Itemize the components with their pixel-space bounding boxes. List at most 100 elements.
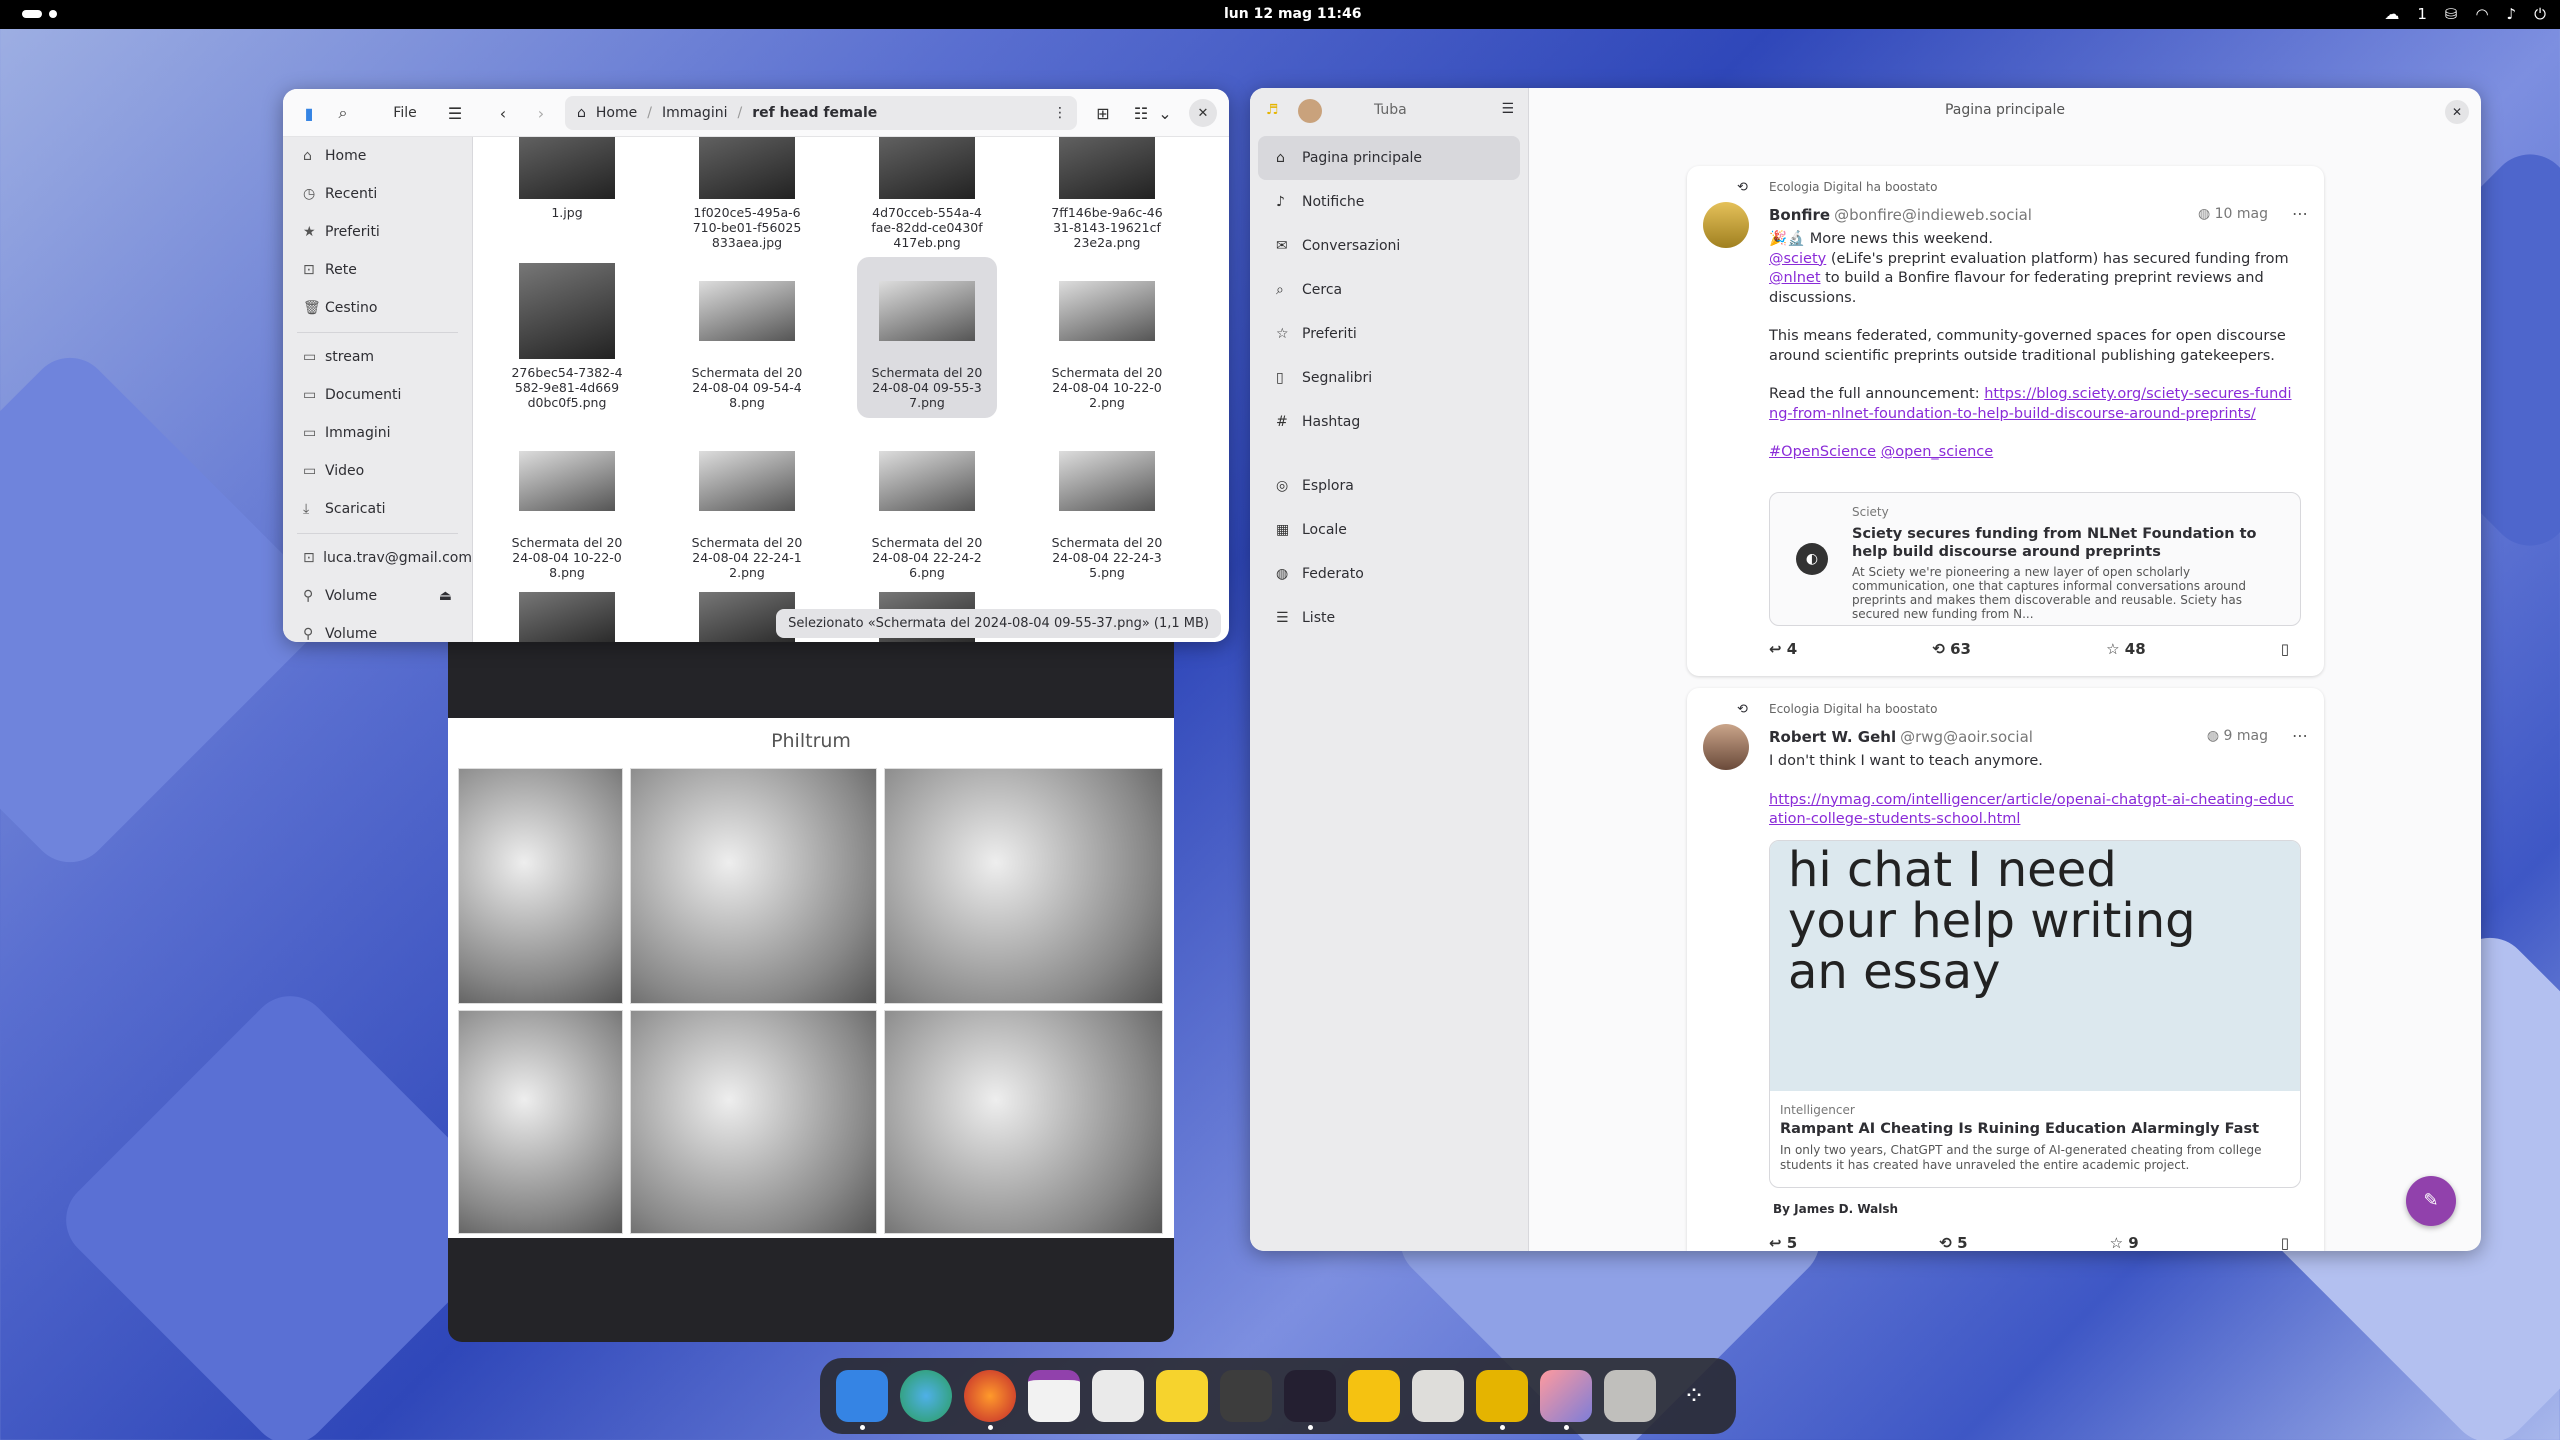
nav-item[interactable]: ☆ Preferiti bbox=[1258, 312, 1520, 356]
more-icon[interactable]: ⋯ bbox=[2292, 204, 2308, 223]
file-thumbnail bbox=[519, 592, 615, 642]
file-item[interactable]: 4d70cceb-554a-4fae-82dd-ce0430f417eb.png bbox=[857, 137, 997, 258]
post-author[interactable]: Bonfire @bonfire@indieweb.social bbox=[1769, 206, 2032, 224]
file-item[interactable]: 1f020ce5-495a-6710-be01-f56025833aea.jpg bbox=[677, 137, 817, 258]
nav-item[interactable]: ⌂ Pagina principale bbox=[1258, 136, 1520, 180]
image-viewer-icon[interactable] bbox=[1540, 1370, 1592, 1430]
path-bar[interactable]: ⌂ Home / Immagini / ref head female ⋮ bbox=[565, 96, 1077, 130]
new-folder-icon[interactable]: ⊞ bbox=[1087, 97, 1119, 129]
sidebar-toggle-icon[interactable]: ▮ bbox=[293, 97, 325, 129]
sidebar-item[interactable]: ▭ Immagini bbox=[283, 414, 472, 452]
bookmark-icon[interactable]: ▯ bbox=[2281, 1234, 2289, 1251]
path-immagini[interactable]: Immagini bbox=[662, 105, 728, 121]
tuba-sidebar-header: ♬ Tuba ☰ bbox=[1250, 88, 1528, 136]
hashtag-link[interactable]: #OpenScience bbox=[1769, 444, 1876, 460]
bookmark-icon[interactable]: ▯ bbox=[2281, 640, 2289, 658]
hamburger-menu-icon[interactable]: ☰ bbox=[1501, 101, 1514, 117]
file-item[interactable]: 1.jpg bbox=[497, 137, 637, 228]
avatar[interactable] bbox=[1703, 724, 1749, 770]
file-item[interactable]: Schermata del 2024-08-04 22-24-35.png bbox=[1037, 427, 1177, 588]
software-store-icon[interactable] bbox=[1092, 1370, 1144, 1422]
post-link[interactable]: https://nymag.com/intelligencer/article/… bbox=[1769, 792, 2294, 828]
favourite-button[interactable]: ☆ 48 bbox=[2106, 640, 2146, 658]
reply-button[interactable]: ↩ 4 bbox=[1769, 640, 1797, 658]
file-item[interactable]: Schermata del 2024-08-04 09-55-37.png bbox=[857, 257, 997, 418]
search-icon[interactable]: ⌕ bbox=[327, 97, 359, 129]
close-icon[interactable]: ✕ bbox=[2445, 100, 2469, 124]
file-item[interactable]: Schermata del 2024-08-04 09-54-48.png bbox=[677, 257, 817, 418]
mention-link[interactable]: @nlnet bbox=[1769, 270, 1821, 286]
avatar[interactable] bbox=[1703, 202, 1749, 248]
sidebar-item[interactable]: ⊡ luca.trav@gmail.com bbox=[283, 539, 472, 577]
terminal-icon[interactable] bbox=[1284, 1370, 1336, 1430]
nav-item[interactable]: ▯ Segnalibri bbox=[1258, 356, 1520, 400]
tuba-app-icon[interactable] bbox=[1476, 1370, 1528, 1430]
sidebar-item[interactable]: ⤓ Scaricati bbox=[283, 490, 472, 528]
file-item[interactable] bbox=[497, 592, 637, 642]
nav-item[interactable]: ✉ Conversazioni bbox=[1258, 224, 1520, 268]
calendar-icon[interactable] bbox=[1028, 1370, 1080, 1422]
boost-button[interactable]: ⟲ 63 bbox=[1932, 640, 1971, 658]
firefox-icon[interactable] bbox=[964, 1370, 1016, 1430]
sidebar-item[interactable]: ▭ Documenti bbox=[283, 376, 472, 414]
favourite-button[interactable]: ☆ 9 bbox=[2110, 1234, 2139, 1251]
file-item[interactable]: Schermata del 2024-08-04 22-24-12.png bbox=[677, 427, 817, 588]
nav-item[interactable]: ⌕ Cerca bbox=[1258, 268, 1520, 312]
star-icon: ★ bbox=[303, 224, 316, 240]
nav-item[interactable]: ◍ Federato bbox=[1258, 552, 1520, 596]
post[interactable]: ⟲ Ecologia Digital ha boostato Robert W.… bbox=[1687, 688, 2324, 1251]
nav-item[interactable]: ◎ Esplora bbox=[1258, 464, 1520, 508]
hamburger-menu-icon[interactable]: ☰ bbox=[439, 97, 471, 129]
web-browser-icon[interactable] bbox=[900, 1370, 952, 1422]
sidebar-item[interactable]: ▭ stream bbox=[283, 338, 472, 376]
sidebar-item[interactable]: ⚲ Volume ⏏ bbox=[283, 577, 472, 615]
mention-link[interactable]: @open_science bbox=[1881, 444, 1994, 460]
path-home[interactable]: Home bbox=[596, 105, 637, 121]
view-options-icon[interactable]: ⌄ bbox=[1149, 97, 1181, 129]
sidebar-item[interactable]: ⌂ Home bbox=[283, 137, 472, 175]
file-item[interactable]: Schermata del 2024-08-04 10-22-02.png bbox=[1037, 257, 1177, 418]
boost-button[interactable]: ⟲ 5 bbox=[1939, 1234, 1967, 1251]
sidebar-item[interactable]: ⚲ Volume bbox=[283, 615, 472, 642]
nav-item[interactable]: ☰ Liste bbox=[1258, 596, 1520, 640]
mail-icon[interactable] bbox=[1348, 1370, 1400, 1422]
file-item[interactable]: 7ff146be-9a6c-4631-8143-19621cf23e2a.png bbox=[1037, 137, 1177, 258]
disk-icon[interactable] bbox=[1604, 1370, 1656, 1422]
nav-item[interactable]: ♪ Notifiche bbox=[1258, 180, 1520, 224]
eject-icon[interactable]: ⏏ bbox=[439, 588, 452, 604]
reply-button[interactable]: ↩ 5 bbox=[1769, 1234, 1797, 1251]
system-tray[interactable]: ☁ 1 ⛁ ◠ ♪ ⏻ bbox=[2384, 5, 2546, 23]
file-item[interactable]: Schermata del 2024-08-04 22-24-26.png bbox=[857, 427, 997, 588]
post-author[interactable]: Robert W. Gehl @rwg@aoir.social bbox=[1769, 728, 2033, 746]
compose-button[interactable]: ✎ bbox=[2406, 1176, 2456, 1226]
nav-item[interactable]: # Hashtag bbox=[1258, 400, 1520, 444]
link-card[interactable]: hi chat I need your help writing an essa… bbox=[1769, 840, 2301, 1188]
back-icon[interactable]: ‹ bbox=[487, 97, 519, 129]
post-date: ◍ 9 mag bbox=[2206, 728, 2268, 744]
sidebar-item[interactable]: ⊡ Rete bbox=[283, 251, 472, 289]
path-menu-icon[interactable]: ⋮ bbox=[1053, 105, 1067, 121]
clock[interactable]: lun 12 mag 11:46 bbox=[1224, 6, 1361, 22]
file-item[interactable]: Schermata del 2024-08-04 10-22-08.png bbox=[497, 427, 637, 588]
sidebar-item[interactable]: 🗑 Cestino bbox=[283, 289, 472, 327]
document-icon[interactable] bbox=[1412, 1370, 1464, 1422]
path-current[interactable]: ref head female bbox=[752, 105, 877, 121]
close-icon[interactable]: ✕ bbox=[1189, 99, 1217, 127]
forward-icon[interactable]: › bbox=[525, 97, 557, 129]
sidebar-item[interactable]: ★ Preferiti bbox=[283, 213, 472, 251]
sidebar-item[interactable]: ◷ Recenti bbox=[283, 175, 472, 213]
app-grid-icon[interactable]: ⁘ bbox=[1668, 1370, 1720, 1422]
nav-item[interactable]: ▦ Locale bbox=[1258, 508, 1520, 552]
file-item[interactable]: 276bec54-7382-4582-9e81-4d669d0bc0f5.png bbox=[497, 257, 637, 418]
files-app-icon[interactable] bbox=[836, 1370, 888, 1430]
more-icon[interactable]: ⋯ bbox=[2292, 726, 2308, 745]
text-editor-icon[interactable] bbox=[1156, 1370, 1208, 1422]
keyboard-icon[interactable] bbox=[1220, 1370, 1272, 1422]
activities-button[interactable] bbox=[22, 10, 57, 18]
avatar[interactable] bbox=[1298, 99, 1322, 123]
link-card[interactable]: ◐ Sciety Sciety secures funding from NLN… bbox=[1769, 492, 2301, 626]
file-menu-button[interactable]: File bbox=[383, 97, 427, 129]
post[interactable]: ⟲ Ecologia Digital ha boostato Bonfire @b… bbox=[1687, 166, 2324, 676]
sidebar-item[interactable]: ▭ Video bbox=[283, 452, 472, 490]
mention-link[interactable]: @sciety bbox=[1769, 251, 1826, 267]
